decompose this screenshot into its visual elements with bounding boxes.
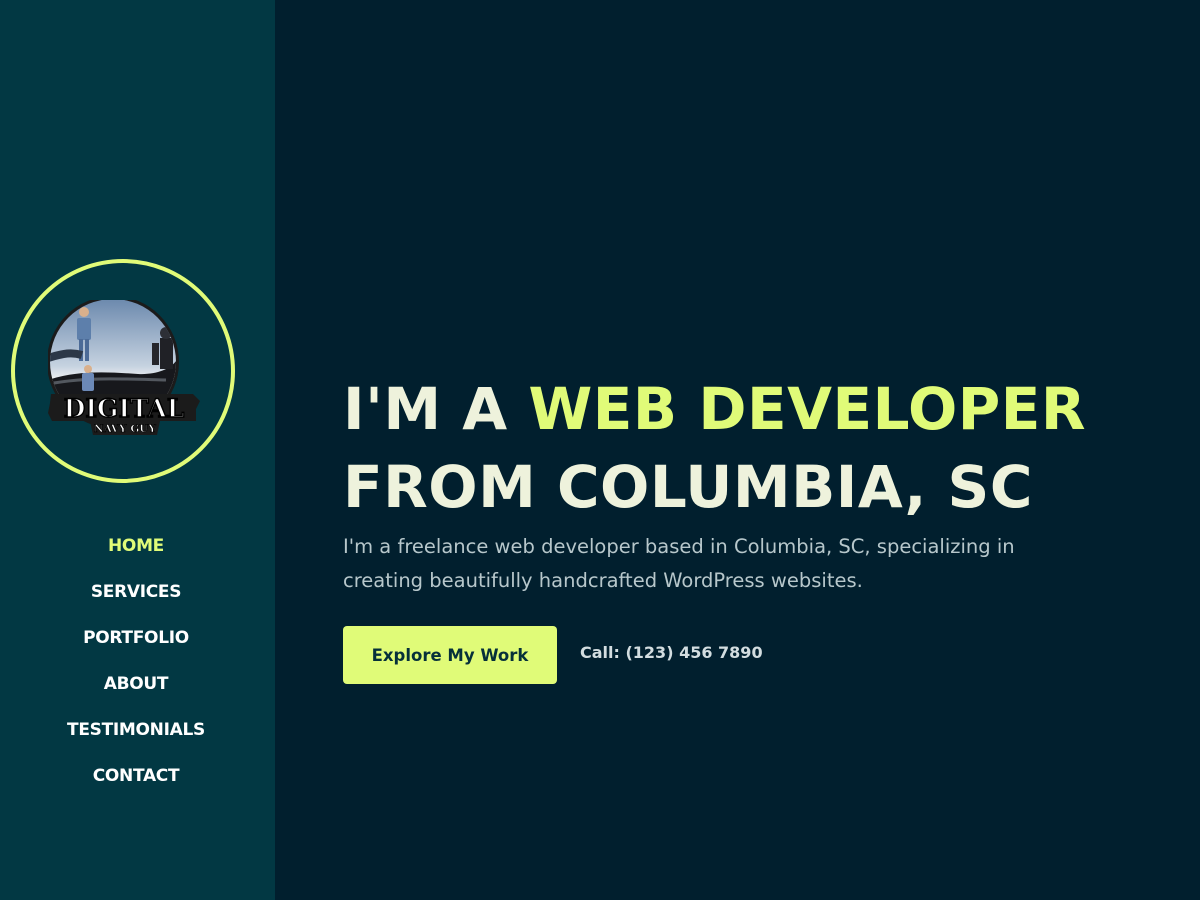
nav-item-services: SERVICES <box>0 577 272 623</box>
digital-navy-guy-logo[interactable]: DIGITAL NAVY GUY <box>48 300 204 446</box>
cta-row: Explore My Work Call: (123) 456 7890 <box>343 626 763 684</box>
nav-link-contact[interactable]: CONTACT <box>93 761 180 791</box>
sidebar: DIGITAL NAVY GUY HOME SERVICES PORTFOLIO… <box>0 0 275 900</box>
main-navigation: HOME SERVICES PORTFOLIO ABOUT TESTIMONIA… <box>0 531 272 807</box>
headline-accent: WEB DEVELOPER <box>528 375 1087 443</box>
nav-link-portfolio[interactable]: PORTFOLIO <box>83 623 189 653</box>
nav-link-about[interactable]: ABOUT <box>104 669 169 699</box>
nav-link-services[interactable]: SERVICES <box>91 577 182 607</box>
nav-link-home[interactable]: HOME <box>108 531 164 561</box>
headline-prefix: I'M A <box>343 375 529 443</box>
headline-location: FROM COLUMBIA, SC <box>343 453 1033 521</box>
logo-title: DIGITAL <box>64 394 185 423</box>
nav-item-home: HOME <box>0 531 272 577</box>
hero-headline: I'M A WEB DEVELOPER FROM COLUMBIA, SC <box>343 370 1086 526</box>
nav-item-portfolio: PORTFOLIO <box>0 623 272 669</box>
nav-link-testimonials[interactable]: TESTIMONIALS <box>67 715 205 745</box>
logo-subtitle: NAVY GUY <box>94 423 156 435</box>
nav-item-testimonials: TESTIMONIALS <box>0 715 272 761</box>
phone-link[interactable]: Call: (123) 456 7890 <box>580 643 763 662</box>
nav-item-about: ABOUT <box>0 669 272 715</box>
hero-description: I'm a freelance web developer based in C… <box>343 535 1015 592</box>
explore-my-work-button[interactable]: Explore My Work <box>343 626 557 684</box>
page: DIGITAL NAVY GUY HOME SERVICES PORTFOLIO… <box>0 0 1200 900</box>
nav-item-contact: CONTACT <box>0 761 272 807</box>
hero-section: I'M A WEB DEVELOPER FROM COLUMBIA, SC I'… <box>275 0 1200 900</box>
